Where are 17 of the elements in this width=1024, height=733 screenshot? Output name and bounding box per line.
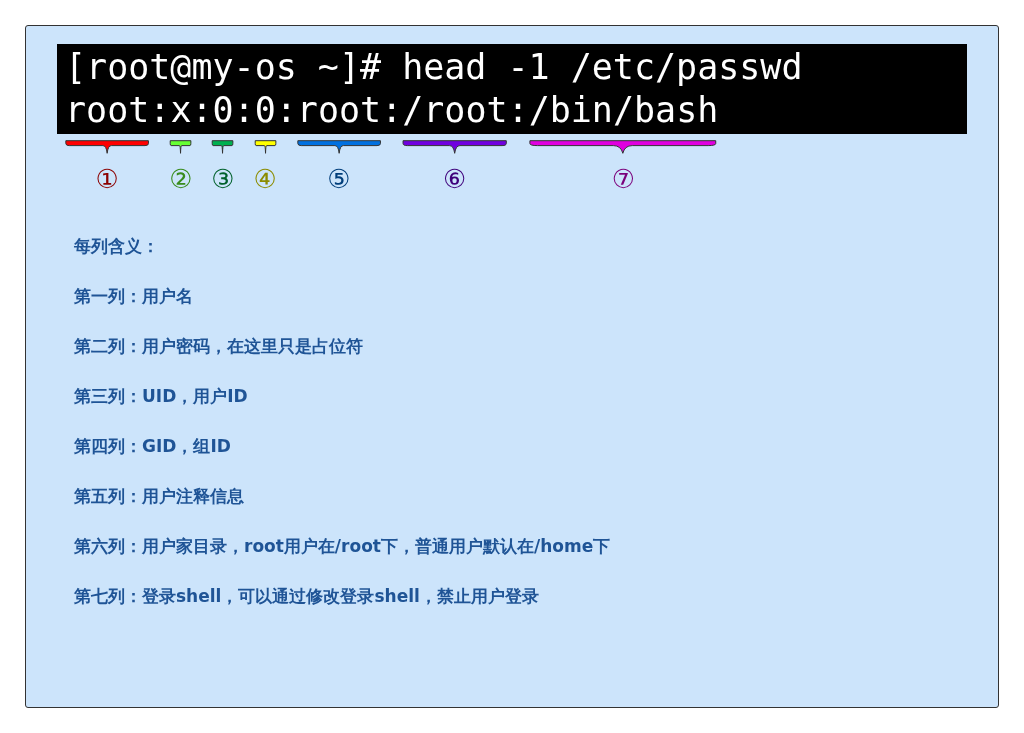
note-text: 第四列：GID，组ID [74,435,232,458]
field-number: ② [169,164,193,194]
field-number: ⑦ [611,164,635,194]
field-number: ① [95,164,119,194]
note-text: 第五列：用户注释信息 [74,485,245,508]
output-line: root:x:0:0:root:/root:/bin/bash [65,89,720,132]
field-number: ⑤ [327,164,351,194]
note-text: 第三列：UID，用户ID [74,385,249,408]
note-text: 第一列：用户名 [74,285,194,308]
field-number: ③ [211,164,235,194]
note-text: 第七列：登录shell，可以通过修改登录shell，禁止用户登录 [74,585,540,608]
field-number: ⑥ [443,164,467,194]
note-text: 第六列：用户家目录，root用户在/root下，普通用户默认在/home下 [74,535,612,558]
note-text: 第二列：用户密码，在这里只是占位符 [74,335,364,358]
field-number: ④ [253,164,277,194]
notes-heading: 每列含义： [74,235,160,258]
command-line: [root@my-os ~]# head -1 /etc/passwd [65,46,804,89]
